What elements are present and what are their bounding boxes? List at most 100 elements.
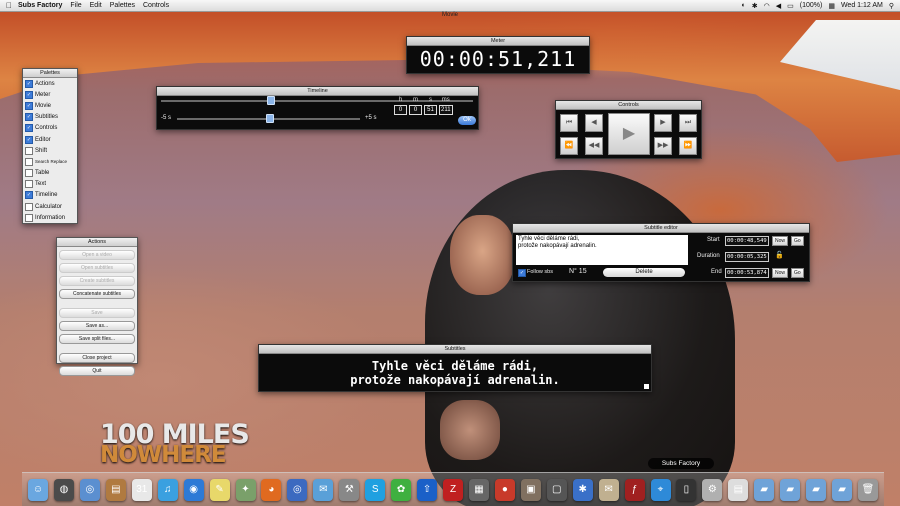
time-machine-icon[interactable]: ◐ bbox=[742, 2, 746, 9]
controls-title[interactable]: Controls bbox=[556, 101, 701, 110]
rewind-fast-icon[interactable]: ⏪ bbox=[560, 137, 578, 155]
wifi-icon[interactable]: ◠ bbox=[764, 2, 770, 10]
palette-item[interactable]: Shift bbox=[23, 145, 77, 156]
palette-checkbox[interactable]: ✓ bbox=[25, 191, 33, 200]
forward-fast-icon[interactable]: ⏩ bbox=[679, 137, 697, 155]
package-icon[interactable]: ✉ bbox=[598, 479, 619, 501]
palette-checkbox[interactable] bbox=[25, 180, 33, 189]
folder-icon[interactable]: ▰ bbox=[780, 479, 801, 501]
meter-title[interactable]: Meter bbox=[407, 37, 589, 46]
resize-handle[interactable] bbox=[644, 384, 649, 389]
tool-icon[interactable]: ⚒ bbox=[339, 479, 360, 501]
palette-item[interactable]: ✓ Controls bbox=[23, 123, 77, 134]
filezilla-icon[interactable]: Z bbox=[443, 479, 463, 501]
close-project-button[interactable]: Close project bbox=[59, 353, 135, 363]
play-icon[interactable]: ▶ bbox=[608, 113, 650, 155]
calculator-icon[interactable]: ▦ bbox=[468, 479, 489, 501]
seconds-field[interactable]: 51 bbox=[424, 105, 437, 115]
palette-checkbox[interactable]: ✓ bbox=[25, 90, 33, 99]
save-as-button[interactable]: Save as... bbox=[59, 321, 135, 331]
dashboard-icon[interactable]: ◍ bbox=[53, 479, 74, 501]
screen-icon[interactable]: ▢ bbox=[546, 479, 567, 501]
app-store-icon[interactable]: ◉ bbox=[183, 479, 204, 501]
battery-percent[interactable]: (100%) bbox=[800, 2, 823, 9]
book-icon[interactable]: ▤ bbox=[105, 479, 126, 501]
preview-icon[interactable]: ◎ bbox=[79, 479, 100, 501]
stickies-icon[interactable]: ✎ bbox=[209, 479, 230, 501]
palettes-title[interactable]: Palettes bbox=[23, 69, 77, 78]
bluetooth-icon[interactable]: ✱ bbox=[572, 479, 593, 501]
sherlock-icon[interactable]: ✦ bbox=[235, 479, 256, 501]
quit-button[interactable]: Quit bbox=[59, 366, 135, 376]
trash-icon[interactable]: 🗑 bbox=[858, 479, 878, 501]
skype-icon[interactable]: S bbox=[365, 479, 386, 501]
timeline-ok-button[interactable]: Ok bbox=[458, 116, 476, 125]
start-field[interactable]: 00:00:48,549 bbox=[725, 236, 769, 246]
palette-checkbox[interactable]: ✓ bbox=[25, 113, 33, 122]
app-menu[interactable]: Subs Factory bbox=[18, 2, 62, 9]
concatenate-subtitles-button[interactable]: Concatenate subtitles bbox=[59, 289, 135, 299]
end-now-button[interactable]: Now bbox=[772, 268, 789, 278]
palette-item[interactable]: Table bbox=[23, 168, 77, 179]
terminal-icon[interactable]: ▯ bbox=[676, 479, 697, 501]
palette-checkbox[interactable]: ✓ bbox=[25, 79, 33, 88]
menu-file[interactable]: File bbox=[70, 2, 81, 9]
menubar-clock[interactable]: Wed 1:12 AM bbox=[841, 2, 883, 9]
lock-icon[interactable]: 🔓 bbox=[775, 251, 784, 259]
end-go-button[interactable]: Go bbox=[791, 268, 804, 278]
palette-checkbox[interactable] bbox=[25, 202, 33, 211]
open-video-button[interactable]: Open a video bbox=[59, 250, 135, 260]
offset-knob[interactable] bbox=[265, 114, 274, 123]
palette-checkbox[interactable] bbox=[25, 169, 33, 178]
palette-checkbox[interactable] bbox=[25, 146, 33, 155]
forward-icon[interactable]: ▶▶ bbox=[654, 137, 672, 155]
finder-icon[interactable]: ☺ bbox=[28, 479, 48, 501]
folder-icon[interactable]: ▰ bbox=[806, 479, 827, 501]
palette-item[interactable]: Information bbox=[23, 212, 77, 223]
skip-to-end-icon[interactable]: ⏭ bbox=[679, 114, 697, 132]
duration-field[interactable]: 00:00:05,325 bbox=[725, 252, 769, 262]
palette-checkbox[interactable]: ✓ bbox=[25, 101, 33, 110]
volume-icon[interactable]: ◀ bbox=[776, 2, 781, 10]
timeline-position-knob[interactable] bbox=[267, 96, 276, 105]
itunes-icon[interactable]: ♫ bbox=[157, 479, 178, 501]
globe-icon[interactable]: ◎ bbox=[287, 479, 308, 501]
palette-item[interactable]: Calculator bbox=[23, 201, 77, 212]
spotlight-icon[interactable]: ⚲ bbox=[889, 2, 894, 10]
palette-item[interactable]: ✓ Meter bbox=[23, 89, 77, 100]
battery-icon[interactable]: ▭ bbox=[787, 2, 794, 10]
step-forward-icon[interactable]: ▶ bbox=[654, 114, 672, 132]
subtitles-title[interactable]: Subtitles bbox=[259, 345, 651, 354]
palette-item[interactable]: ✓ Editor bbox=[23, 134, 77, 145]
end-field[interactable]: 00:00:53,874 bbox=[725, 268, 769, 278]
firefox-icon[interactable]: ◕ bbox=[261, 479, 282, 501]
timeline-title[interactable]: Timeline bbox=[157, 87, 478, 96]
bluetooth-status-icon[interactable]: ✱ bbox=[752, 2, 758, 10]
actions-title[interactable]: Actions bbox=[57, 238, 137, 247]
menu-edit[interactable]: Edit bbox=[90, 2, 102, 9]
palette-item[interactable]: ✓ Movie bbox=[23, 100, 77, 111]
palette-item[interactable]: Text bbox=[23, 179, 77, 190]
palette-checkbox[interactable]: ✓ bbox=[25, 124, 33, 133]
rewind-icon[interactable]: ◀◀ bbox=[585, 137, 603, 155]
create-subtitles-button[interactable]: Create subtitles bbox=[59, 276, 135, 286]
mail-icon[interactable]: ✉ bbox=[313, 479, 334, 501]
delete-button[interactable]: Delete bbox=[603, 268, 685, 277]
calendar-icon[interactable]: 31 bbox=[131, 479, 152, 501]
hours-field[interactable]: 0 bbox=[394, 105, 407, 115]
scripts-icon[interactable]: ⚙ bbox=[702, 479, 723, 501]
skip-to-start-icon[interactable]: ⏮ bbox=[560, 114, 578, 132]
minutes-field[interactable]: 0 bbox=[409, 105, 422, 115]
icq-icon[interactable]: ✿ bbox=[391, 479, 412, 501]
flickr-upload-icon[interactable]: ⇧ bbox=[417, 479, 438, 501]
palette-item[interactable]: Search Replace bbox=[23, 156, 77, 167]
save-button[interactable]: Save bbox=[59, 308, 135, 318]
palette-item[interactable]: ✓ Subtitles bbox=[23, 112, 77, 123]
tomato-icon[interactable]: ● bbox=[494, 479, 515, 501]
apple-menu-icon[interactable]:  bbox=[0, 1, 18, 10]
palette-checkbox[interactable] bbox=[25, 213, 33, 222]
document-icon[interactable]: ▤ bbox=[728, 479, 749, 501]
follow-checkbox[interactable]: ✓ bbox=[518, 269, 526, 277]
save-split-files-button[interactable]: Save split files... bbox=[59, 334, 135, 344]
flash-icon[interactable]: ƒ bbox=[624, 479, 645, 501]
